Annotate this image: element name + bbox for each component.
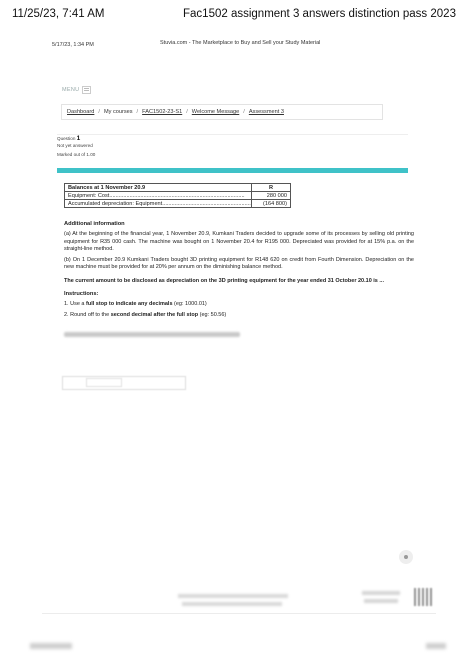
footer-right-blurred [362,591,400,595]
breadcrumb-separator: / [136,109,139,115]
breadcrumb-course[interactable]: FAC1502-23-S1 [142,109,182,115]
breadcrumb-separator: / [186,109,188,115]
breadcrumb: Dashboard / My courses / FAC1502-23-S1 /… [61,104,383,120]
page-footer-right-blurred [426,643,446,649]
question-number: 1 [76,135,81,142]
question-info: Question 1 Not yet answered Marked out o… [57,135,117,158]
question-status: Not yet answered [57,143,93,148]
sub-source: Stuvia.com - The Marketplace to Buy and … [160,40,321,46]
breadcrumb-separator: / [98,109,100,115]
row-label: Equipment: Cost.........................… [64,191,252,200]
additional-info-heading: Additional information [64,221,125,227]
hamburger-icon[interactable] [82,86,91,94]
question-text: The current amount to be disclosed as de… [64,277,384,284]
fab-icon [404,555,408,559]
instruction-2-pre: 2. Round off to the [64,311,111,318]
balances-table: Balances at 1 November 20.9 R Equipment:… [64,183,291,208]
instruction-2: 2. Round off to the second decimal after… [64,312,414,319]
print-datetime: 11/25/23, 7:41 AM [12,8,105,20]
breadcrumb-separator: / [243,109,245,115]
footer-divider [42,613,436,614]
breadcrumb-welcome[interactable]: Welcome Message [192,109,239,115]
question-label: Question [57,136,76,141]
instruction-2-post: (eg: 50.56) [198,311,227,318]
answer-row [62,376,186,390]
menu-button[interactable]: MENU [62,87,79,93]
instruction-1-post: (eg: 1000.01) [172,301,207,308]
paragraph-b: (b) On 1 December 20.9 Kumkani Traders b… [64,257,414,271]
row-value: 280 000 [251,191,291,200]
paragraph-a: (a) At the beginning of the financial ye… [64,231,414,252]
breadcrumb-my-courses[interactable]: My courses [104,109,133,115]
page-footer-left-blurred [30,643,72,649]
footer-text-blurred [182,602,282,606]
question-content: Additional information (a) At the beginn… [64,221,414,323]
print-title: Fac1502 assignment 3 answers distinction… [183,8,456,20]
row-label: Accumulated depreciation: Equipment.....… [64,199,252,208]
table-row: Accumulated depreciation: Equipment.....… [64,199,291,208]
question-marks: Marked out of 1.00 [57,152,96,157]
accent-bar [57,168,408,173]
instructions-heading: Instructions: [64,291,99,298]
footer-right-blurred [364,599,398,603]
answer-input[interactable] [86,378,122,387]
instruction-1-pre: 1. Use a [64,301,87,308]
qr-code-icon [414,588,432,606]
row-value: (164 800) [251,199,291,208]
table-header-label: Balances at 1 November 20.9 [64,183,252,192]
table-row: Equipment: Cost.........................… [64,191,291,200]
sub-datetime: 5/17/23, 1:34 PM [52,42,94,48]
breadcrumb-assessment[interactable]: Assessment 3 [249,109,284,115]
footer-text-blurred [178,594,288,598]
blurred-instruction [64,332,240,337]
table-header-currency: R [251,183,291,192]
instruction-1-bold: full stop to indicate any decimals [86,301,173,308]
instruction-1: 1. Use a full stop to indicate any decim… [64,301,414,308]
breadcrumb-dashboard[interactable]: Dashboard [67,109,94,115]
instruction-2-bold: second decimal after the full stop [110,311,199,318]
